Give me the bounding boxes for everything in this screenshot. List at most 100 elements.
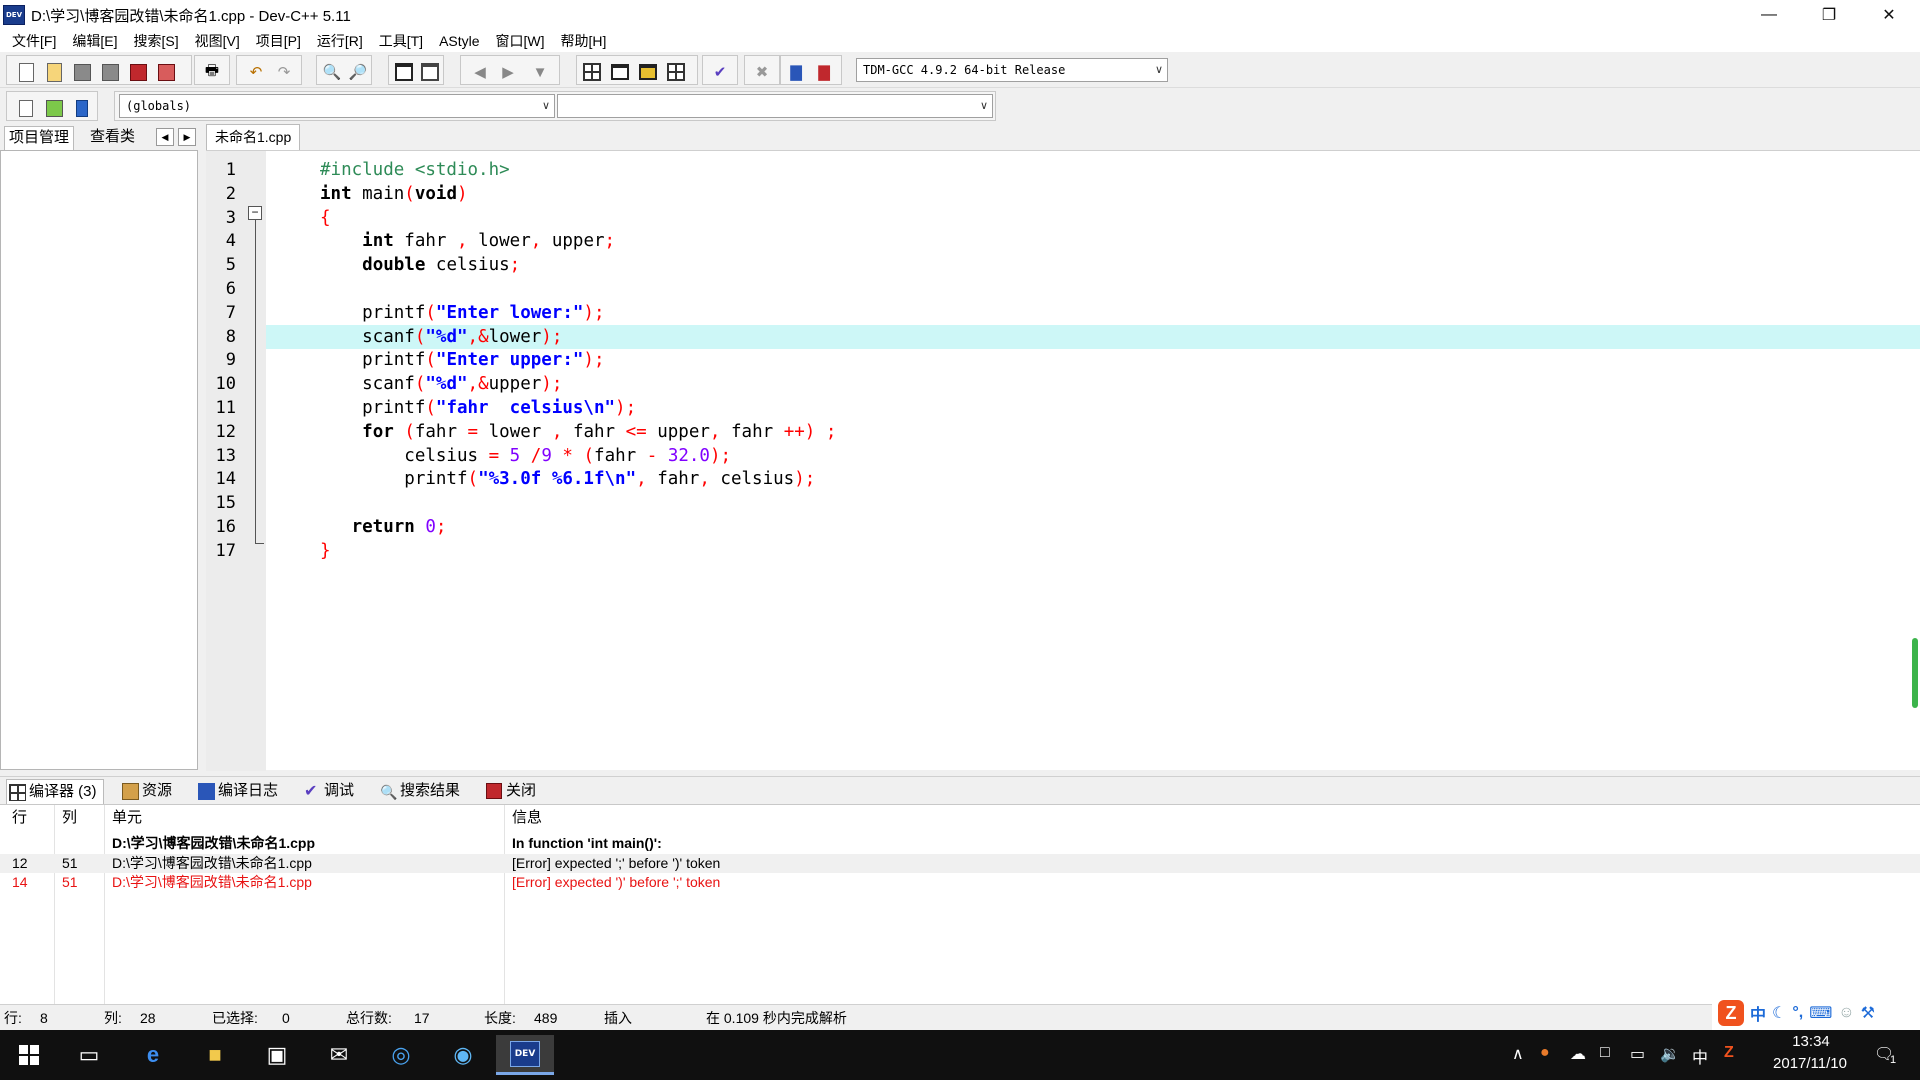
code-line[interactable]: printf("Enter lower:"); <box>266 301 1920 325</box>
keyboard-icon[interactable]: ⌨ <box>1809 1003 1832 1023</box>
code-line[interactable]: int fahr , lower, upper; <box>266 229 1920 253</box>
minimize-button[interactable]: — <box>1740 0 1798 30</box>
redo-button[interactable]: ↷ <box>273 61 295 83</box>
start-button[interactable] <box>6 1035 52 1075</box>
menu-help[interactable]: 帮助[H] <box>553 30 615 52</box>
ime-language-toggle[interactable]: 中 <box>1750 1001 1766 1025</box>
tab-close[interactable]: 关闭 <box>484 779 542 804</box>
mail-taskbar-button[interactable]: ✉ <box>316 1035 362 1075</box>
battery-icon[interactable]: ▭ <box>1630 1044 1645 1064</box>
app-taskbar-button[interactable]: ◎ <box>378 1035 424 1075</box>
code-line[interactable] <box>266 277 1920 301</box>
close-all-button[interactable] <box>155 61 177 83</box>
code-line[interactable]: printf("Enter upper:"); <box>266 348 1920 372</box>
column-header-col[interactable]: 列 <box>56 805 77 831</box>
window-view-button[interactable] <box>609 61 631 83</box>
menu-project[interactable]: 项目[P] <box>248 30 309 52</box>
code-line[interactable]: scanf("%d",&upper); <box>266 372 1920 396</box>
member-select[interactable]: ∨ <box>557 94 993 118</box>
code-area[interactable]: #include <stdio.h> int main(void){ int fa… <box>266 151 1920 771</box>
syntax-check-button[interactable]: ✔ <box>709 61 731 83</box>
save-button[interactable] <box>71 61 93 83</box>
onedrive-icon[interactable]: ☁ <box>1570 1044 1586 1064</box>
restore-button[interactable]: ❐ <box>1800 0 1858 30</box>
wrench-icon[interactable]: ⚒ <box>1861 1003 1875 1023</box>
code-line[interactable]: printf("%3.0f %6.1f\n", fahr, celsius); <box>266 467 1920 491</box>
scope-select[interactable]: (globals) ∨ <box>119 94 555 118</box>
close-file-button[interactable] <box>127 61 149 83</box>
code-line[interactable]: for (fahr = lower , fahr <= upper, fahr … <box>266 420 1920 444</box>
column-header-line[interactable]: 行 <box>6 805 27 831</box>
code-line[interactable]: double celsius; <box>266 253 1920 277</box>
edge-taskbar-button[interactable]: e <box>130 1035 176 1075</box>
clock-time[interactable]: 13:34 <box>1776 1033 1846 1050</box>
tray-app-icon[interactable]: ● <box>1540 1044 1550 1062</box>
code-line[interactable]: { <box>266 206 1920 230</box>
next-button[interactable]: ▶ <box>497 61 519 83</box>
explorer-taskbar-button[interactable]: ■ <box>192 1035 238 1075</box>
indent-button[interactable] <box>393 61 415 83</box>
tab-scroll-right-button[interactable]: ▶ <box>178 128 196 146</box>
menu-view[interactable]: 视图[V] <box>187 30 248 52</box>
volume-icon[interactable]: 🔉 <box>1660 1044 1680 1064</box>
devcpp-taskbar-button[interactable]: DEV <box>496 1035 554 1075</box>
column-header-message[interactable]: 信息 <box>506 805 542 831</box>
find-button[interactable]: 🔍 <box>321 61 343 83</box>
menu-astyle[interactable]: AStyle <box>431 30 487 52</box>
message-row[interactable]: D:\学习\博客园改错\未命名1.cpp In function 'int mai… <box>0 834 1920 854</box>
print-button[interactable]: 🖶 <box>201 61 223 83</box>
menu-edit[interactable]: 编辑[E] <box>64 30 125 52</box>
delete-profile-button[interactable]: ▇ <box>813 61 835 83</box>
project-tree-panel[interactable] <box>0 150 198 770</box>
tab-search-results[interactable]: 🔍 搜索结果 <box>378 779 466 804</box>
clock-date[interactable]: 2017/11/10 <box>1760 1055 1860 1072</box>
profile-button[interactable]: ▇ <box>785 61 807 83</box>
unindent-button[interactable] <box>419 61 441 83</box>
tab-compile-log[interactable]: 编译日志 <box>196 779 284 804</box>
column-header-unit[interactable]: 单元 <box>106 805 142 831</box>
open-file-button[interactable] <box>43 61 65 83</box>
code-line[interactable]: } <box>266 539 1920 563</box>
menu-window[interactable]: 窗口[W] <box>488 30 553 52</box>
tab-scroll-left-button[interactable]: ◀ <box>156 128 174 146</box>
store-taskbar-button[interactable]: ▣ <box>254 1035 300 1075</box>
menu-tools[interactable]: 工具[T] <box>371 30 431 52</box>
punctuation-icon[interactable]: °, <box>1792 1004 1803 1022</box>
moon-icon[interactable]: ☾ <box>1772 1003 1786 1023</box>
code-line[interactable]: printf("fahr celsius\n"); <box>266 396 1920 420</box>
insert-button[interactable] <box>15 97 37 119</box>
code-line[interactable]: int main(void) <box>266 182 1920 206</box>
prev-button[interactable]: ◀ <box>469 61 491 83</box>
task-view-button[interactable]: ▭ <box>66 1035 112 1075</box>
compiler-select[interactable]: TDM-GCC 4.9.2 64-bit Release ∨ <box>856 58 1168 82</box>
menu-file[interactable]: 文件[F] <box>4 30 64 52</box>
message-row[interactable]: 12 51 D:\学习\博客园改错\未命名1.cpp [Error] expected… <box>0 853 1920 873</box>
ime-logo-icon[interactable]: Z <box>1718 1000 1744 1026</box>
code-editor[interactable]: 1 2 3 4 5 6 7 8 9 10 11 12 13 14 15 16 17 − #include <st… <box>206 150 1920 771</box>
tile-view-button[interactable] <box>665 61 687 83</box>
code-line[interactable]: #include <stdio.h> <box>266 158 1920 182</box>
tray-language-indicator[interactable]: 中 <box>1692 1044 1708 1068</box>
editor-tab-untitled1[interactable]: 未命名1.cpp <box>206 124 301 150</box>
code-line[interactable]: return 0; <box>266 515 1920 539</box>
scroll-position-marker[interactable] <box>1912 638 1918 708</box>
code-line[interactable] <box>266 491 1920 515</box>
ie-taskbar-button[interactable]: ◉ <box>440 1035 486 1075</box>
color-view-button[interactable] <box>637 61 659 83</box>
fold-toggle-icon[interactable]: − <box>248 206 262 220</box>
message-row[interactable]: 14 51 D:\学习\博客园改错\未命名1.cpp [Error] expected… <box>0 873 1920 893</box>
tab-debug[interactable]: ✔ 调试 <box>302 779 360 804</box>
user-icon[interactable]: ☺ <box>1838 1004 1854 1022</box>
network-icon[interactable]: □ <box>1600 1044 1610 1062</box>
bookmark-button[interactable] <box>71 97 93 119</box>
menu-run[interactable]: 运行[R] <box>309 30 371 52</box>
undo-button[interactable]: ↶ <box>245 61 267 83</box>
code-line[interactable]: celsius = 5 /9 * (fahr - 32.0); <box>266 444 1920 468</box>
save-all-button[interactable] <box>99 61 121 83</box>
tab-project-manager[interactable]: 项目管理 <box>4 126 75 150</box>
project-view-button[interactable] <box>581 61 603 83</box>
tray-expand-icon[interactable]: ∧ <box>1512 1044 1524 1064</box>
tab-compiler[interactable]: 编译器 (3) <box>6 779 104 804</box>
tab-class-view[interactable]: 查看类 <box>86 126 139 150</box>
close-button[interactable]: ✕ <box>1860 0 1918 30</box>
